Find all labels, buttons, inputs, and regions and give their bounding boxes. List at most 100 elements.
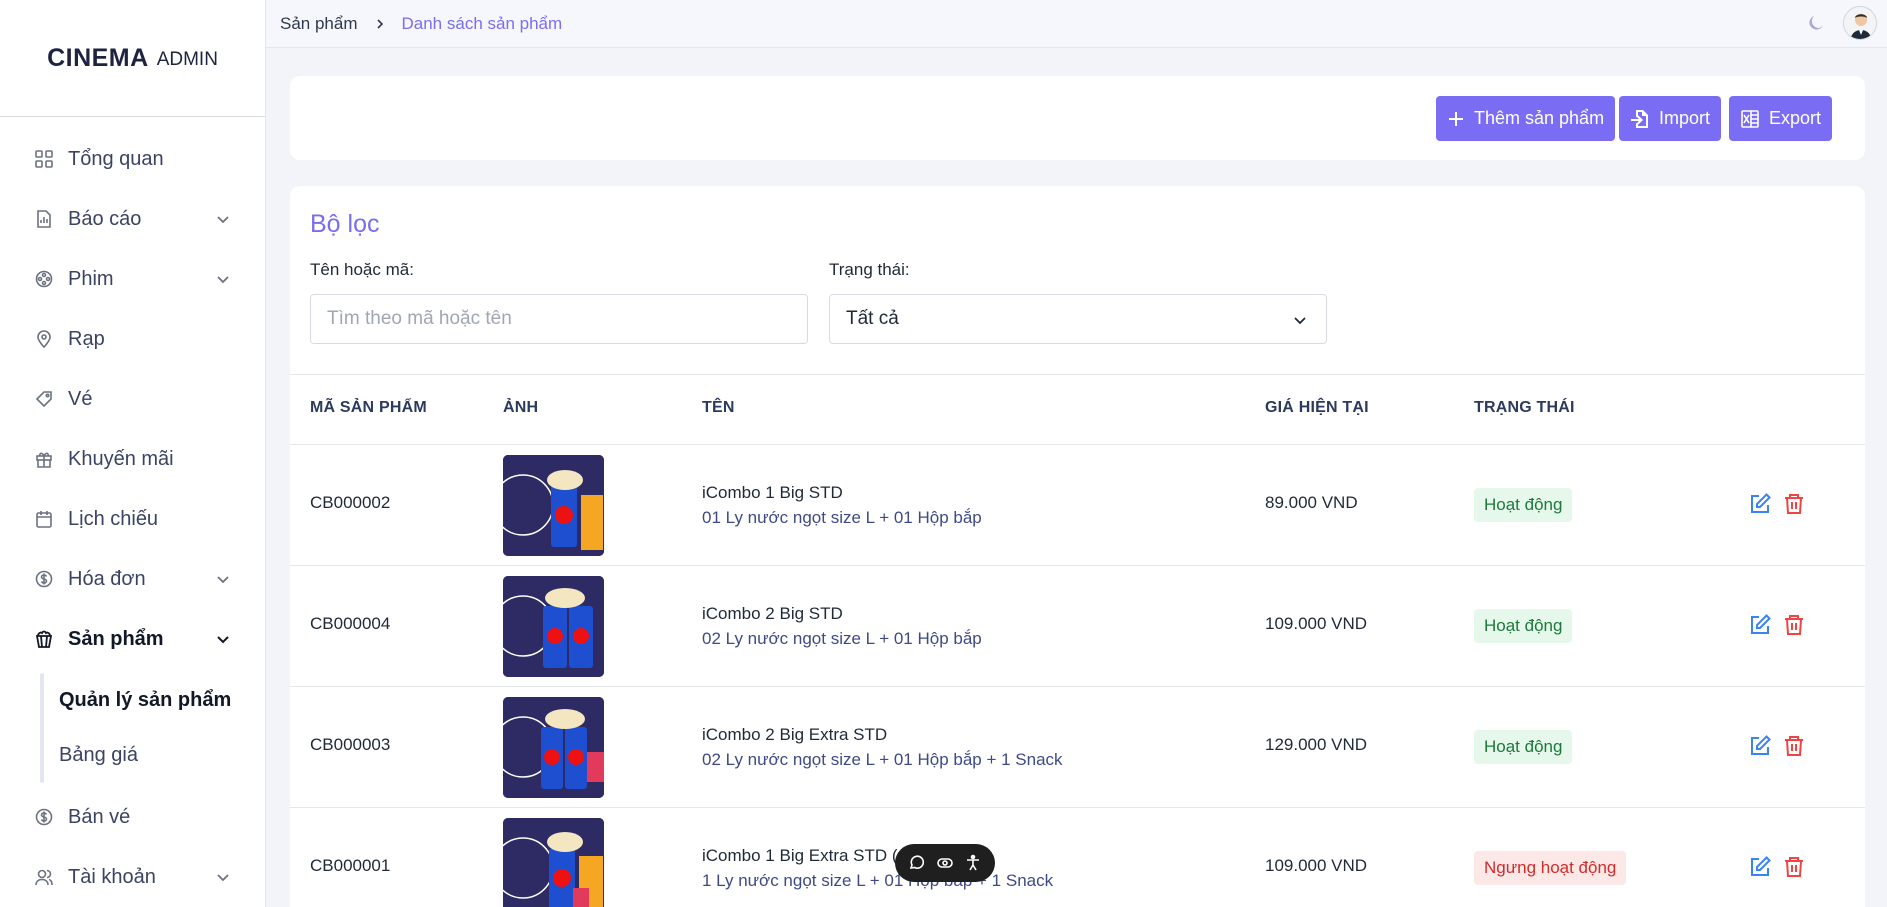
product-price: 109.000 VND (1265, 856, 1368, 875)
product-code: CB000002 (310, 493, 391, 512)
product-name: iCombo 2 Big STD (702, 604, 843, 623)
sidebar-item-label: Sản phẩm (68, 627, 164, 650)
product-description: 01 Ly nước ngọt size L + 01 Hộp bắp (702, 508, 982, 527)
edit-icon[interactable] (1748, 613, 1772, 637)
sidebar-item-label: Phim (68, 267, 114, 290)
delete-icon[interactable] (1782, 734, 1806, 758)
product-description: 1 Ly nước ngọt size L + 01 Hộp bắp + 1 S… (702, 871, 1054, 890)
chat-icon[interactable] (907, 853, 927, 873)
sidebar-item-label: Tổng quan (68, 147, 164, 170)
file-import-icon (1631, 109, 1648, 128)
film-reel-icon (34, 269, 54, 289)
sidebar-item-san-pham[interactable]: Sản phẩm (0, 609, 265, 669)
delete-icon[interactable] (1782, 855, 1806, 879)
chevron-down-icon (217, 276, 229, 284)
topbar: Sản phẩm Danh sách sản phẩm (266, 0, 1887, 48)
edit-icon[interactable] (1748, 855, 1772, 879)
edit-icon[interactable] (1748, 492, 1772, 516)
sidebar-item-label: Hóa đơn (68, 567, 146, 590)
export-button[interactable]: Export (1729, 96, 1833, 141)
product-image (503, 697, 604, 798)
popcorn-icon (34, 629, 54, 649)
eye-icon[interactable] (935, 853, 955, 873)
product-description: 02 Ly nước ngọt size L + 01 Hộp bắp (702, 629, 982, 648)
status-badge: Hoạt động (1474, 488, 1573, 522)
product-description: 02 Ly nước ngọt size L + 01 Hộp bắp + 1 … (702, 750, 1063, 769)
breadcrumb-parent[interactable]: Sản phẩm (280, 14, 358, 34)
sidebar-subitem-bang-gia[interactable]: Bảng giá (40, 728, 265, 783)
status-select[interactable]: Tất cả (829, 294, 1327, 344)
sidebar-subitem-quan-ly-san-pham[interactable]: Quản lý sản phẩm (40, 673, 265, 728)
product-list-card: Bộ lọc Tên hoặc mã: Trạng thái: Tất cả M… (290, 186, 1865, 907)
search-input[interactable] (310, 294, 808, 344)
ticket-icon (34, 389, 54, 409)
brand-sub: ADMIN (156, 49, 218, 70)
add-product-label: Thêm sản phẩm (1474, 108, 1605, 128)
product-name: iCombo 1 Big Extra STD ( (702, 846, 898, 865)
delete-icon[interactable] (1782, 613, 1806, 637)
status-select-value: Tất cả (846, 308, 899, 329)
sidebar-nav: Tổng quan Báo cáo Phim Rạp Vé Khuyến mãi… (0, 117, 265, 907)
breadcrumb: Sản phẩm Danh sách sản phẩm (280, 14, 562, 34)
sidebar-item-ban-ve[interactable]: Bán vé (0, 787, 265, 847)
accessibility-icon[interactable] (963, 853, 983, 873)
location-pin-icon (34, 329, 54, 349)
product-table: MÃ SẢN PHẨM ẢNH TÊN GIÁ HIỆN TẠI TRẠNG T… (290, 374, 1865, 907)
chevron-down-icon (217, 216, 229, 224)
gift-icon (34, 449, 54, 469)
moon-icon[interactable] (1807, 14, 1825, 32)
chevron-down-icon (217, 636, 229, 644)
report-icon (34, 209, 54, 229)
table-row: CB000003 iCombo 2 Big Extra STD 02 Ly nư… (290, 687, 1865, 808)
status-label: Trạng thái: (829, 260, 910, 279)
sidebar-item-label: Báo cáo (68, 207, 142, 230)
product-image (503, 576, 604, 677)
import-label: Import (1659, 108, 1711, 128)
product-price: 109.000 VND (1265, 614, 1368, 633)
sidebar-item-label: Khuyến mãi (68, 447, 174, 470)
sidebar-item-hoa-don[interactable]: Hóa đơn (0, 549, 265, 609)
sidebar-item-lich-chieu[interactable]: Lịch chiếu (0, 489, 265, 549)
sidebar-item-rap[interactable]: Rạp (0, 309, 265, 369)
avatar[interactable] (1843, 6, 1877, 40)
sidebar-item-bao-cao[interactable]: Báo cáo (0, 189, 265, 249)
excel-icon (1741, 109, 1759, 128)
sidebar-item-tai-khoan[interactable]: Tài khoản (0, 847, 265, 907)
sidebar-item-label: Vé (68, 387, 93, 410)
add-product-button[interactable]: Thêm sản phẩm (1436, 96, 1616, 141)
status-badge: Ngưng hoạt động (1474, 851, 1627, 885)
column-header-name: TÊN (702, 399, 735, 416)
brand-name: CINEMA (47, 43, 149, 72)
sidebar-item-label: Lịch chiếu (68, 507, 159, 530)
search-label: Tên hoặc mã: (310, 260, 414, 279)
chevron-down-icon (217, 874, 229, 882)
column-header-status: TRẠNG THÁI (1474, 399, 1575, 416)
table-row: CB000001 iCombo 1 Big Extra STD ( 1 Ly n… (290, 808, 1865, 907)
sidebar-item-phim[interactable]: Phim (0, 249, 265, 309)
filter-title: Bộ lọc (310, 210, 380, 238)
product-code: CB000003 (310, 735, 391, 754)
sidebar-item-tong-quan[interactable]: Tổng quan (0, 129, 265, 189)
table-row: CB000002 iCombo 1 Big STD 01 Ly nước ngọ… (290, 445, 1865, 566)
sidebar-item-label: Tài khoản (68, 865, 156, 888)
chevron-down-icon (217, 576, 229, 584)
status-badge: Hoạt động (1474, 730, 1573, 764)
delete-icon[interactable] (1782, 492, 1806, 516)
import-button[interactable]: Import (1619, 96, 1722, 141)
sidebar-item-khuyen-mai[interactable]: Khuyến mãi (0, 429, 265, 489)
calendar-icon (34, 509, 54, 529)
dollar-circle-icon (34, 569, 54, 589)
sidebar-item-ve[interactable]: Vé (0, 369, 265, 429)
sidebar-item-label: Rạp (68, 327, 105, 350)
logo[interactable]: CINEMA ADMIN (0, 0, 265, 117)
actions-card: Thêm sản phẩm Import Export (290, 76, 1865, 160)
product-name: iCombo 1 Big STD (702, 483, 843, 502)
column-header-price: GIÁ HIỆN TẠI (1265, 399, 1369, 416)
product-price: 89.000 VND (1265, 493, 1358, 512)
product-image (503, 455, 604, 556)
edit-icon[interactable] (1748, 734, 1772, 758)
column-header-image: ẢNH (503, 399, 539, 416)
sidebar-subnav-san-pham: Quản lý sản phẩm Bảng giá (40, 669, 265, 787)
topbar-actions (1807, 6, 1877, 40)
floating-toolbar (895, 844, 995, 882)
